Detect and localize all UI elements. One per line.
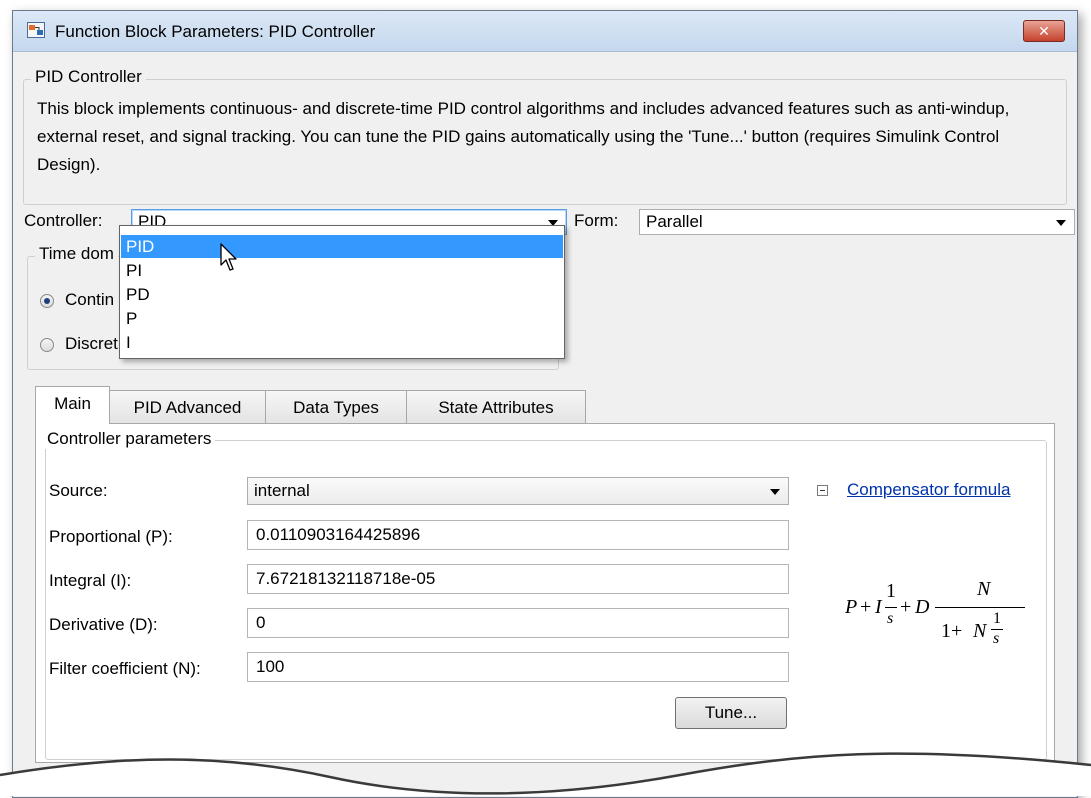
form-label: Form: — [574, 211, 619, 230]
formula-one-b: 1 — [993, 610, 1001, 627]
form-value: Parallel — [646, 212, 703, 231]
formula-one-a: 1 — [886, 580, 896, 602]
formula-p: P — [845, 596, 858, 618]
dropdown-option-pid[interactable]: PID — [121, 235, 563, 258]
formula-n-top: N — [977, 578, 991, 600]
collapse-icon[interactable] — [817, 485, 828, 496]
close-button[interactable]: ✕ — [1023, 20, 1065, 42]
formula-plus-2: + — [900, 596, 912, 618]
title-bar[interactable]: Function Block Parameters: PID Controlle… — [13, 11, 1077, 52]
source-label: Source: — [49, 481, 108, 500]
dropdown-option-pi[interactable]: PI — [121, 259, 563, 282]
controller-parameters-legend: Controller parameters — [43, 429, 216, 449]
proportional-label: Proportional (P): — [49, 527, 173, 546]
formula-n-bottom: N — [973, 620, 987, 642]
formula-fraction-bar-b — [935, 607, 1025, 608]
derivative-label: Derivative (D): — [49, 615, 158, 634]
controller-label: Controller: — [24, 211, 103, 230]
integral-input[interactable]: 7.67218132118718e-05 — [247, 564, 789, 594]
tab-state-attributes[interactable]: State Attributes — [406, 390, 586, 424]
continuous-radio[interactable] — [40, 294, 54, 308]
tab-data-types[interactable]: Data Types — [265, 390, 407, 424]
formula-denominator-one-plus: 1+ — [941, 620, 963, 642]
continuous-label: Contin — [65, 290, 115, 309]
time-domain-legend: Time dom — [35, 244, 118, 264]
filter-coefficient-input[interactable]: 100 — [247, 652, 789, 682]
source-value: internal — [254, 481, 310, 500]
formula-fraction-bar-a — [885, 607, 897, 608]
tune-button[interactable]: Tune... — [675, 697, 787, 729]
discrete-label: Discret — [65, 334, 118, 353]
compensator-formula-link[interactable]: Compensator formula — [847, 480, 1010, 500]
torn-edge-decoration — [0, 752, 1091, 796]
simulink-block-icon — [27, 22, 45, 38]
controller-dropdown-list: PID PI PD P I — [119, 225, 565, 359]
chevron-down-icon — [770, 489, 780, 495]
window-title: Function Block Parameters: PID Controlle… — [55, 22, 376, 41]
dropdown-option-pd[interactable]: PD — [121, 283, 563, 306]
tab-main-label: Main — [54, 394, 91, 413]
filter-coefficient-label: Filter coefficient (N): — [49, 659, 201, 678]
tab-pid-advanced-label: PID Advanced — [133, 398, 242, 417]
tab-state-attributes-label: State Attributes — [438, 398, 554, 417]
mouse-pointer-icon — [220, 243, 237, 271]
formula-s-b: s — [993, 630, 1000, 647]
tab-pid-advanced[interactable]: PID Advanced — [109, 390, 266, 424]
derivative-input[interactable]: 0 — [247, 608, 789, 638]
compensator-formula: P + I 1 s + D N 1+ N 1 s — [845, 572, 1045, 652]
tab-data-types-label: Data Types — [293, 398, 379, 417]
block-description: This block implements continuous- and di… — [37, 99, 1010, 174]
dropdown-option-i[interactable]: I — [121, 331, 563, 354]
formula-d: D — [915, 596, 930, 618]
tab-main[interactable]: Main — [35, 386, 110, 424]
integral-label: Integral (I): — [49, 571, 132, 590]
chevron-down-icon — [1056, 220, 1066, 226]
formula-i: I — [875, 596, 882, 618]
dialog-window: Function Block Parameters: PID Controlle… — [12, 10, 1078, 798]
source-select[interactable]: internal — [247, 477, 789, 505]
formula-plus-1: + — [860, 596, 872, 618]
dropdown-option-p[interactable]: P — [121, 307, 563, 330]
pid-controller-legend: PID Controller — [31, 67, 146, 87]
discrete-radio[interactable] — [40, 338, 54, 352]
close-icon: ✕ — [1038, 23, 1050, 39]
form-select[interactable]: Parallel — [639, 209, 1075, 235]
formula-s-a: s — [887, 610, 894, 627]
proportional-input[interactable]: 0.0110903164425896 — [247, 520, 789, 550]
